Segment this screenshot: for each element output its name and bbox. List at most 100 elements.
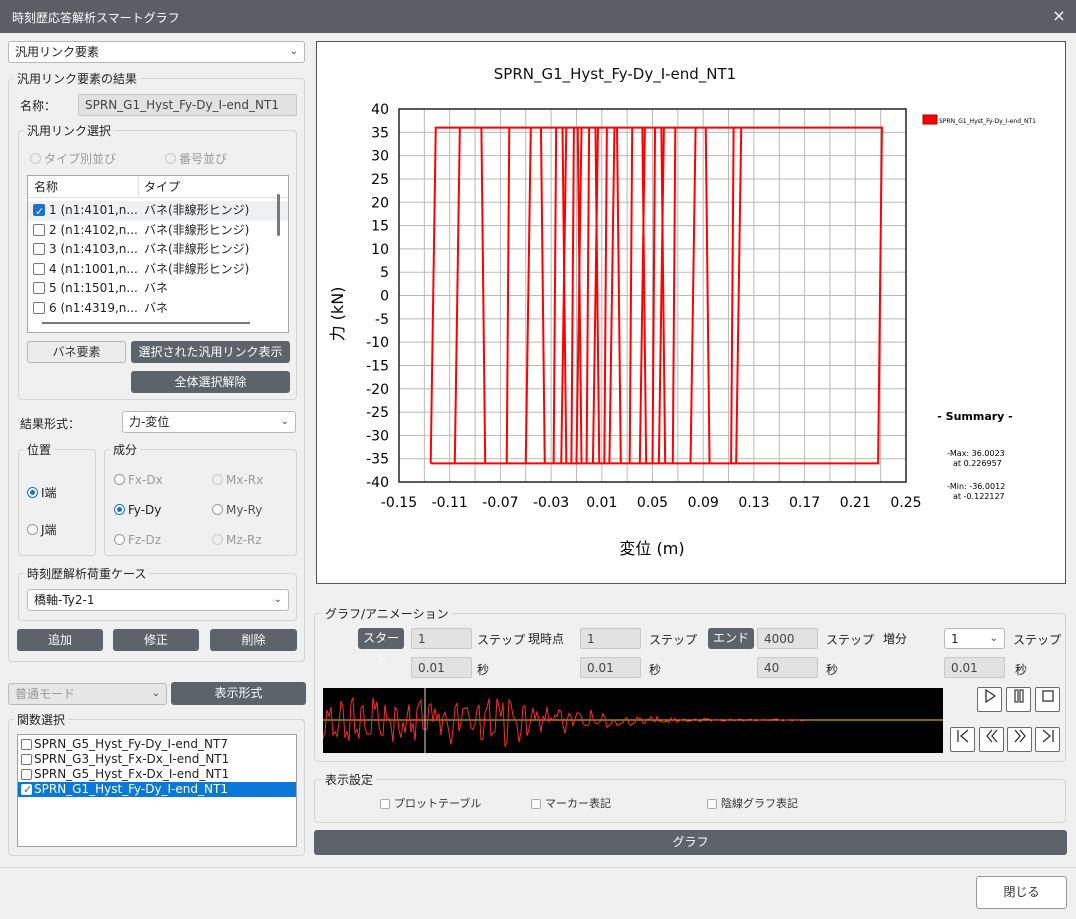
modify-button[interactable]: 修正 (113, 629, 199, 651)
increment-step-unit: ステップ (1013, 633, 1062, 647)
chevron-down-icon: ⌄ (289, 46, 298, 57)
table-row[interactable]: 5 (n1:1501,n... バネ (28, 279, 288, 299)
checkbox-icon[interactable] (21, 769, 32, 780)
function-item[interactable]: SPRN_G5_Hyst_Fx-Dx_I-end_NT1 (18, 767, 296, 782)
my-ry-radio[interactable]: My-Ry (212, 503, 262, 517)
fx-dx-radio[interactable]: Fx-Dx (114, 473, 163, 487)
end-sec-field[interactable]: 40 (757, 657, 818, 678)
last-icon[interactable] (1035, 727, 1060, 752)
first-icon[interactable] (950, 727, 975, 752)
mx-rx-label: Mx-Rx (226, 473, 264, 487)
checkbox-checked-icon[interactable]: ✓ (21, 783, 32, 796)
fast-forward-icon[interactable] (1007, 727, 1032, 752)
component-group-label: 成分 (110, 441, 141, 458)
result-format-value: 力-変位 (129, 415, 170, 429)
x-tick-label: 0.17 (789, 495, 820, 511)
fz-dz-radio[interactable]: Fz-Dz (114, 533, 161, 547)
pos-i-radio[interactable]: I端 (27, 484, 57, 501)
deselect-all-button[interactable]: 全体選択解除 (131, 371, 290, 393)
x-tick-label: 0.01 (586, 495, 617, 511)
row-type: バネ(非線形ヒンジ) (144, 222, 250, 237)
y-tick-label: -40 (366, 475, 389, 491)
sort-type-radio[interactable]: タイプ別並び (30, 150, 116, 167)
y-tick-label: -30 (366, 428, 389, 444)
function-item[interactable]: SPRN_G3_Hyst_Fx-Dx_I-end_NT1 (18, 752, 296, 767)
y-tick-label: 35 (371, 125, 389, 141)
start-button[interactable]: スタート (358, 628, 404, 666)
current-sec-field[interactable]: 0.01 (580, 657, 641, 678)
horizontal-scrollbar[interactable] (42, 322, 250, 324)
table-row[interactable]: 6 (n1:4319,n... バネ (28, 299, 288, 319)
radio-selected-icon (114, 504, 125, 515)
increment-sec-field[interactable]: 0.01 (944, 657, 1005, 678)
close-icon[interactable]: × (1048, 5, 1070, 27)
graph-button[interactable]: グラフ (314, 830, 1067, 855)
function-item[interactable]: ✓ SPRN_G1_Hyst_Fy-Dy_I-end_NT1 (18, 782, 296, 797)
function-label: SPRN_G1_Hyst_Fy-Dy_I-end_NT1 (34, 782, 228, 796)
row-name: 3 (n1:4103,n... (49, 242, 138, 256)
radio-icon (27, 524, 38, 535)
hidden-line-checkbox[interactable]: 陰線グラフ表記 (707, 795, 798, 811)
current-label: 現時点 (528, 632, 565, 646)
current-sec-unit: 秒 (649, 663, 662, 677)
marker-checkbox[interactable]: マーカー表記 (531, 795, 611, 811)
function-label: SPRN_G5_Hyst_Fx-Dx_I-end_NT1 (34, 767, 230, 781)
sort-number-radio[interactable]: 番号並び (165, 150, 227, 167)
end-step-field[interactable]: 4000 (757, 628, 818, 649)
mx-rx-radio[interactable]: Mx-Rx (212, 473, 263, 487)
current-step-field[interactable]: 1 (580, 628, 641, 649)
rewind-icon[interactable] (979, 727, 1004, 752)
table-row[interactable]: 1 (n1:4101,n... バネ(非線形ヒンジ) (28, 201, 288, 222)
summary-min: -Min: -36.0012 (947, 482, 1005, 491)
table-row[interactable]: 4 (n1:1001,n... バネ(非線形ヒンジ) (28, 260, 288, 280)
col-name-header: 名称 (34, 180, 59, 194)
pos-i-label: I端 (41, 486, 57, 500)
vertical-scrollbar[interactable] (277, 194, 280, 236)
start-step-field[interactable]: 1 (411, 628, 472, 649)
display-format-button[interactable]: 表示形式 (171, 682, 306, 705)
checkbox-icon[interactable] (33, 282, 45, 294)
play-icon[interactable] (977, 687, 1002, 712)
checkbox-icon[interactable] (33, 262, 45, 275)
spring-element-button[interactable]: バネ要素 (27, 341, 126, 363)
increment-select[interactable]: 1 ⌄ (944, 628, 1005, 649)
show-selected-link-button[interactable]: 選択された汎用リンク表示 (131, 341, 290, 363)
waveform-panel[interactable] (322, 688, 943, 753)
x-tick-label: 0.05 (637, 495, 668, 511)
close-button[interactable]: 閉じる (976, 876, 1067, 909)
radio-icon (114, 534, 125, 545)
loadcase-select[interactable]: 橋軸-Ty2-1 ⌄ (27, 589, 289, 611)
add-button[interactable]: 追加 (17, 629, 103, 651)
table-row[interactable]: 3 (n1:4103,n... バネ(非線形ヒンジ) (28, 240, 288, 260)
pause-icon[interactable] (1006, 687, 1031, 712)
table-row[interactable]: 2 (n1:4102,n... バネ(非線形ヒンジ) (28, 221, 288, 241)
row-type: バネ(非線形ヒンジ) (144, 242, 250, 256)
checkbox-icon[interactable] (21, 754, 32, 765)
plot-table-checkbox[interactable]: プロットテーブル (380, 795, 481, 811)
hidden-line-label: 陰線グラフ表記 (721, 797, 798, 810)
row-name: 4 (n1:1001,n... (49, 261, 138, 276)
mode-select[interactable]: 普通モード ⌄ (8, 683, 167, 705)
checkbox-icon[interactable] (21, 739, 32, 750)
x-tick-label: -0.03 (533, 495, 569, 511)
result-format-select[interactable]: 力-変位 ⌄ (122, 411, 296, 433)
y-tick-label: -10 (366, 335, 389, 351)
checkbox-icon[interactable] (33, 243, 45, 255)
checkbox-icon[interactable] (33, 301, 45, 314)
checkbox-icon[interactable] (33, 223, 45, 236)
function-item[interactable]: SPRN_G5_Hyst_Fy-Dy_I-end_NT7 (18, 737, 296, 752)
chevron-down-icon: ⌄ (273, 594, 282, 605)
delete-button[interactable]: 削除 (210, 629, 297, 651)
row-name: 1 (n1:4101,n... (49, 203, 138, 217)
fy-dy-radio[interactable]: Fy-Dy (114, 503, 161, 517)
series-branch (671, 127, 677, 464)
checkbox-checked-icon[interactable] (33, 202, 45, 222)
pos-j-radio[interactable]: J端 (27, 521, 57, 538)
end-button[interactable]: エンド (708, 628, 754, 649)
stop-icon[interactable] (1035, 687, 1060, 712)
mz-rz-radio[interactable]: Mz-Rz (212, 533, 262, 547)
element-type-select[interactable]: 汎用リンク要素 ⌄ (8, 41, 305, 63)
chart-title: SPRN_G1_Hyst_Fy-Dy_I-end_NT1 (494, 65, 736, 84)
x-tick-label: -0.11 (432, 495, 468, 511)
start-sec-field[interactable]: 0.01 (411, 657, 472, 678)
